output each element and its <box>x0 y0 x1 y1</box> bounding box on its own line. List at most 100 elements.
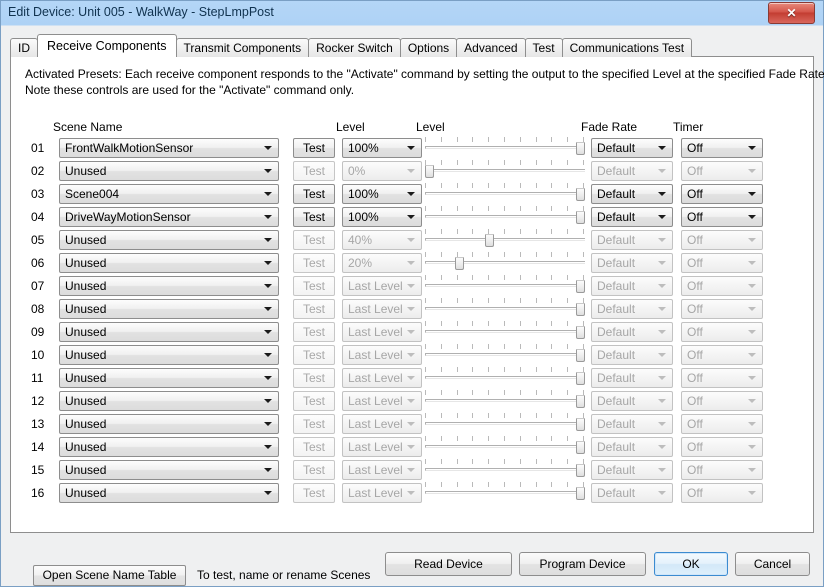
ok-button[interactable]: OK <box>654 552 728 576</box>
chevron-down-icon <box>748 376 756 380</box>
timer-select[interactable]: Off <box>681 184 763 204</box>
slider-track <box>425 422 585 425</box>
timer-value: Off <box>687 325 703 339</box>
scene-name-value: DriveWayMotionSensor <box>65 210 191 224</box>
test-button[interactable]: Test <box>293 138 335 158</box>
scene-name-select[interactable]: Unused <box>59 414 279 434</box>
scene-name-select[interactable]: Unused <box>59 460 279 480</box>
level-slider[interactable] <box>425 229 585 251</box>
tab-rocker-switch[interactable]: Rocker Switch <box>308 38 401 57</box>
slider-thumb[interactable] <box>576 395 585 408</box>
level-slider[interactable] <box>425 459 585 481</box>
timer-value: Off <box>687 164 703 178</box>
open-scene-name-table-button[interactable]: Open Scene Name Table <box>33 565 186 586</box>
scene-name-select[interactable]: Unused <box>59 391 279 411</box>
tab-transmit-components[interactable]: Transmit Components <box>175 38 310 57</box>
level-slider[interactable] <box>425 160 585 182</box>
timer-select: Off <box>681 368 763 388</box>
level-slider[interactable] <box>425 275 585 297</box>
read-device-button[interactable]: Read Device <box>385 552 512 576</box>
level-select: Last Level <box>342 322 422 342</box>
level-slider[interactable] <box>425 183 585 205</box>
scene-name-select[interactable]: Unused <box>59 230 279 250</box>
slider-thumb[interactable] <box>576 188 585 201</box>
level-slider[interactable] <box>425 482 585 504</box>
slider-thumb[interactable] <box>576 487 585 500</box>
scene-name-select[interactable]: Unused <box>59 161 279 181</box>
slider-thumb[interactable] <box>576 372 585 385</box>
fade-rate-value: Default <box>597 440 636 454</box>
tab-id[interactable]: ID <box>10 38 38 57</box>
chevron-down-icon <box>407 146 415 150</box>
test-button: Test <box>293 322 335 342</box>
scene-name-select[interactable]: Unused <box>59 322 279 342</box>
slider-thumb[interactable] <box>576 418 585 431</box>
scene-name-select[interactable]: Unused <box>59 345 279 365</box>
chevron-down-icon <box>264 468 272 472</box>
scene-name-value: Scene004 <box>65 187 120 201</box>
level-slider[interactable] <box>425 137 585 159</box>
tab-receive-components[interactable]: Receive Components <box>37 34 177 57</box>
slider-ticks <box>425 160 585 166</box>
tab-advanced[interactable]: Advanced <box>456 38 526 57</box>
slider-thumb[interactable] <box>576 326 585 339</box>
fade-rate-select[interactable]: Default <box>591 184 673 204</box>
tab-test[interactable]: Test <box>524 38 563 57</box>
scene-name-select[interactable]: FrontWalkMotionSensor <box>59 138 279 158</box>
slider-thumb[interactable] <box>576 464 585 477</box>
slider-thumb[interactable] <box>576 280 585 293</box>
fade-rate-select[interactable]: Default <box>591 207 673 227</box>
scene-name-select[interactable]: Unused <box>59 299 279 319</box>
slider-track <box>425 468 585 471</box>
level-slider[interactable] <box>425 436 585 458</box>
level-slider[interactable] <box>425 298 585 320</box>
test-button: Test <box>293 253 335 273</box>
level-select[interactable]: 100% <box>342 207 422 227</box>
slider-thumb[interactable] <box>576 142 585 155</box>
row-index: 15 <box>31 463 45 477</box>
slider-thumb[interactable] <box>576 211 585 224</box>
program-device-button[interactable]: Program Device <box>519 552 646 576</box>
level-slider[interactable] <box>425 252 585 274</box>
test-button: Test <box>293 368 335 388</box>
test-button[interactable]: Test <box>293 207 335 227</box>
scene-name-select[interactable]: Unused <box>59 437 279 457</box>
close-icon[interactable]: ✕ <box>768 2 815 24</box>
level-select[interactable]: 100% <box>342 184 422 204</box>
table-row: 11 Unused Test Last Level Default Off <box>11 367 813 390</box>
tab-options[interactable]: Options <box>399 38 458 57</box>
level-slider[interactable] <box>425 413 585 435</box>
chevron-down-icon <box>748 238 756 242</box>
level-slider[interactable] <box>425 344 585 366</box>
scene-name-select[interactable]: Scene004 <box>59 184 279 204</box>
slider-thumb[interactable] <box>485 234 494 247</box>
slider-track <box>425 376 585 379</box>
scene-name-select[interactable]: Unused <box>59 483 279 503</box>
fade-rate-select[interactable]: Default <box>591 138 673 158</box>
level-slider[interactable] <box>425 367 585 389</box>
scene-name-value: Unused <box>65 302 107 316</box>
scene-name-select[interactable]: DriveWayMotionSensor <box>59 207 279 227</box>
slider-ticks <box>425 137 585 143</box>
tab-communications-test[interactable]: Communications Test <box>561 38 693 57</box>
slider-thumb[interactable] <box>576 349 585 362</box>
test-button[interactable]: Test <box>293 184 335 204</box>
timer-select[interactable]: Off <box>681 207 763 227</box>
timer-value: Off <box>687 371 703 385</box>
slider-thumb[interactable] <box>455 257 464 270</box>
scene-name-select[interactable]: Unused <box>59 276 279 296</box>
level-select[interactable]: 100% <box>342 138 422 158</box>
level-slider[interactable] <box>425 321 585 343</box>
fade-rate-select: Default <box>591 345 673 365</box>
slider-thumb[interactable] <box>576 441 585 454</box>
scene-name-select[interactable]: Unused <box>59 253 279 273</box>
level-slider[interactable] <box>425 390 585 412</box>
slider-thumb[interactable] <box>425 165 434 178</box>
slider-ticks <box>425 390 585 396</box>
slider-thumb[interactable] <box>576 303 585 316</box>
timer-select[interactable]: Off <box>681 138 763 158</box>
level-slider[interactable] <box>425 206 585 228</box>
scene-name-select[interactable]: Unused <box>59 368 279 388</box>
chevron-down-icon <box>264 307 272 311</box>
cancel-button[interactable]: Cancel <box>735 552 810 576</box>
